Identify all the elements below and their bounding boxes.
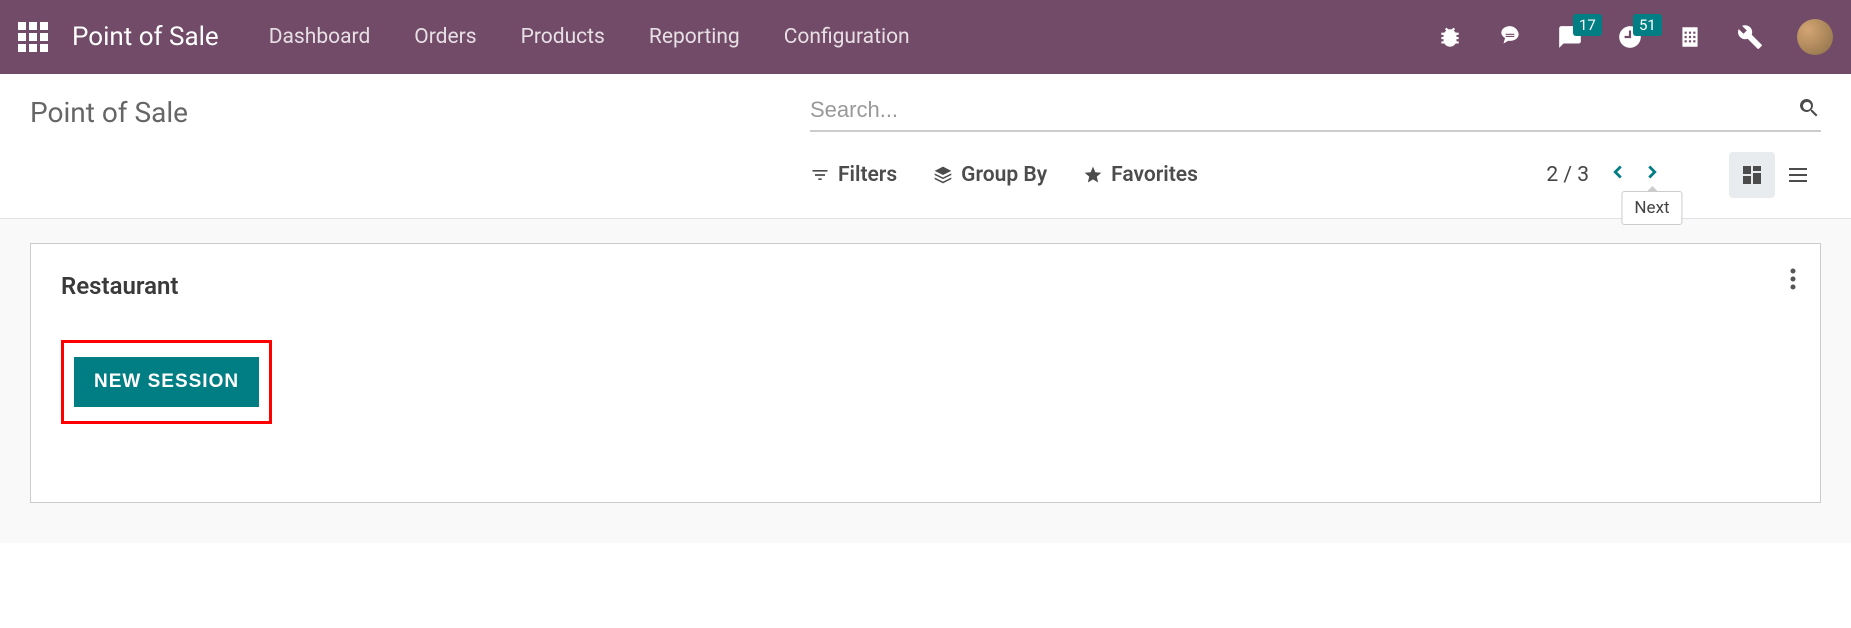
new-session-button[interactable]: NEW SESSION xyxy=(74,357,259,407)
pager-counter: 2 / 3 xyxy=(1546,163,1589,187)
filters-button[interactable]: Filters xyxy=(810,163,897,187)
page-title: Point of Sale xyxy=(30,96,770,129)
phone-icon[interactable] xyxy=(1497,24,1523,50)
nav-products[interactable]: Products xyxy=(521,25,605,49)
card-title: Restaurant xyxy=(61,272,1790,300)
tools-icon[interactable] xyxy=(1737,24,1763,50)
pager-prev[interactable] xyxy=(1607,161,1629,189)
card-menu-icon[interactable] xyxy=(1790,268,1796,294)
apps-icon[interactable] xyxy=(18,22,48,52)
pos-card: Restaurant NEW SESSION xyxy=(30,243,1821,503)
brand-title[interactable]: Point of Sale xyxy=(72,22,219,52)
search-box xyxy=(810,96,1821,132)
activities-icon[interactable]: 51 xyxy=(1617,24,1643,50)
groupby-label: Group By xyxy=(961,163,1047,187)
view-switch xyxy=(1729,152,1821,198)
messages-icon[interactable]: 17 xyxy=(1557,24,1583,50)
user-avatar[interactable] xyxy=(1797,19,1833,55)
favorites-label: Favorites xyxy=(1111,163,1198,187)
bug-icon[interactable] xyxy=(1437,24,1463,50)
toolbar: Filters Group By Favorites 2 / 3 xyxy=(810,132,1821,218)
list-view-button[interactable] xyxy=(1775,152,1821,198)
nav-links: Dashboard Orders Products Reporting Conf… xyxy=(269,25,910,49)
pager: 2 / 3 Next xyxy=(1546,161,1663,189)
search-icon[interactable] xyxy=(1797,96,1821,124)
filter-label: Filters xyxy=(838,163,897,187)
nav-configuration[interactable]: Configuration xyxy=(784,25,910,49)
nav-icons: 17 51 xyxy=(1437,19,1833,55)
subheader: Point of Sale Filters Group By Favorites xyxy=(0,74,1851,218)
search-input[interactable] xyxy=(810,97,1797,123)
messages-badge: 17 xyxy=(1573,14,1602,36)
nav-orders[interactable]: Orders xyxy=(414,25,476,49)
highlight-box: NEW SESSION xyxy=(61,340,272,424)
building-icon[interactable] xyxy=(1677,24,1703,50)
top-navbar: Point of Sale Dashboard Orders Products … xyxy=(0,0,1851,74)
next-tooltip: Next xyxy=(1621,191,1682,225)
pager-next[interactable]: Next xyxy=(1641,161,1663,189)
favorites-button[interactable]: Favorites xyxy=(1083,163,1198,187)
nav-reporting[interactable]: Reporting xyxy=(649,25,740,49)
card-area: Restaurant NEW SESSION xyxy=(0,219,1851,543)
activities-badge: 51 xyxy=(1633,14,1662,36)
groupby-button[interactable]: Group By xyxy=(933,163,1047,187)
nav-dashboard[interactable]: Dashboard xyxy=(269,25,371,49)
kanban-view-button[interactable] xyxy=(1729,152,1775,198)
